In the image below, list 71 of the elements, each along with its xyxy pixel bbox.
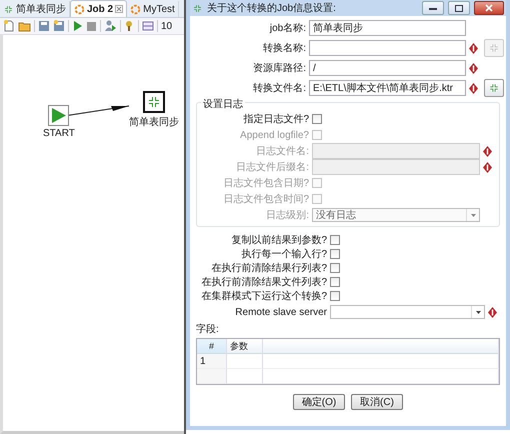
field-label: 转换文件名: — [252, 82, 306, 95]
checkbox[interactable] — [330, 277, 340, 287]
maximize-button[interactable] — [448, 1, 470, 15]
field-label: job名称: — [268, 22, 306, 35]
group-title: 设置日志 — [201, 97, 245, 111]
window-title: 关于这个转换的Job信息设置: — [207, 2, 337, 15]
person-run-icon[interactable] — [104, 20, 117, 32]
table-cell: 1 — [197, 354, 227, 369]
dashed-circle-icon — [130, 4, 142, 14]
caret-icon — [470, 214, 476, 216]
save-as-icon[interactable] — [53, 20, 65, 32]
close-button[interactable] — [474, 1, 504, 15]
field-label: 资源库路径: — [252, 62, 306, 75]
option-label: 在执行前清除结果行列表? — [210, 262, 327, 275]
dashed-circle-icon — [74, 4, 85, 14]
checkbox[interactable] — [330, 263, 340, 273]
transform-node[interactable] — [143, 91, 165, 113]
zoom-text[interactable]: 10 — [161, 20, 172, 32]
arrows-icon — [3, 4, 14, 14]
option-label: 复制以前结果到参数? — [230, 234, 327, 247]
close-icon[interactable] — [115, 5, 124, 13]
checkbox[interactable] — [312, 114, 322, 124]
field-label: 日志文件名: — [255, 144, 309, 158]
folder-icon[interactable] — [18, 20, 31, 32]
node-label: 简单表同步 — [129, 116, 179, 129]
table-icon[interactable] — [142, 20, 154, 32]
dialog-button[interactable]: 确定(O) — [293, 394, 345, 410]
maximize-icon — [455, 4, 463, 12]
checkbox[interactable] — [330, 235, 340, 245]
arrows-icon — [488, 42, 500, 54]
close-icon — [485, 4, 493, 12]
save-icon[interactable] — [38, 20, 50, 32]
field-label: 日志文件后缀名: — [235, 160, 309, 174]
minimize-button[interactable] — [422, 1, 444, 15]
option-label: 在集群模式下运行这个转换? — [200, 290, 327, 303]
dialog-button[interactable]: 取消(C) — [351, 394, 403, 410]
option-label: 执行每一个输入行? — [240, 248, 327, 261]
input-field[interactable]: 简单表同步 — [309, 20, 466, 36]
arrows-icon — [192, 2, 203, 14]
field-label: 转换名称: — [262, 42, 306, 55]
table-cell — [227, 369, 263, 384]
input-field[interactable]: / — [309, 60, 466, 76]
stop-icon[interactable] — [86, 20, 97, 32]
field-label: 日志文件包含日期? — [222, 176, 309, 190]
field-label: 日志文件包含时间? — [222, 192, 309, 206]
column-header[interactable]: # — [197, 339, 227, 354]
table-label: 字段: — [196, 322, 220, 336]
field-label: Remote slave server — [234, 306, 327, 318]
browse-button[interactable] — [484, 79, 504, 97]
table-cell — [227, 354, 263, 369]
table-cell — [197, 369, 227, 384]
input-field[interactable] — [309, 40, 466, 56]
editor-tab[interactable]: Job 2 — [70, 0, 128, 17]
dropdown[interactable] — [330, 305, 485, 319]
minimize-icon — [429, 6, 437, 10]
caret-icon — [476, 310, 480, 314]
new-file-icon[interactable] — [3, 20, 15, 32]
arrows-icon — [488, 82, 500, 94]
input-field[interactable]: E:\ETL\脚本文件\简单表同步.ktr — [309, 80, 466, 96]
field-label: 日志级别: — [265, 208, 309, 222]
node-label: START — [43, 128, 75, 139]
option-label: 在执行前清除结果文件列表? — [200, 276, 327, 289]
field-label: 指定日志文件? — [242, 112, 309, 126]
checkbox[interactable] — [330, 291, 340, 301]
column-header[interactable]: 参数 — [227, 339, 263, 354]
start-node[interactable] — [48, 105, 70, 126]
arrows-icon — [146, 94, 162, 110]
editor-tab[interactable]: MyTest — [127, 1, 179, 17]
field-label: Append logfile? — [239, 130, 309, 140]
checkbox[interactable] — [330, 249, 340, 259]
run-icon[interactable] — [72, 20, 83, 32]
